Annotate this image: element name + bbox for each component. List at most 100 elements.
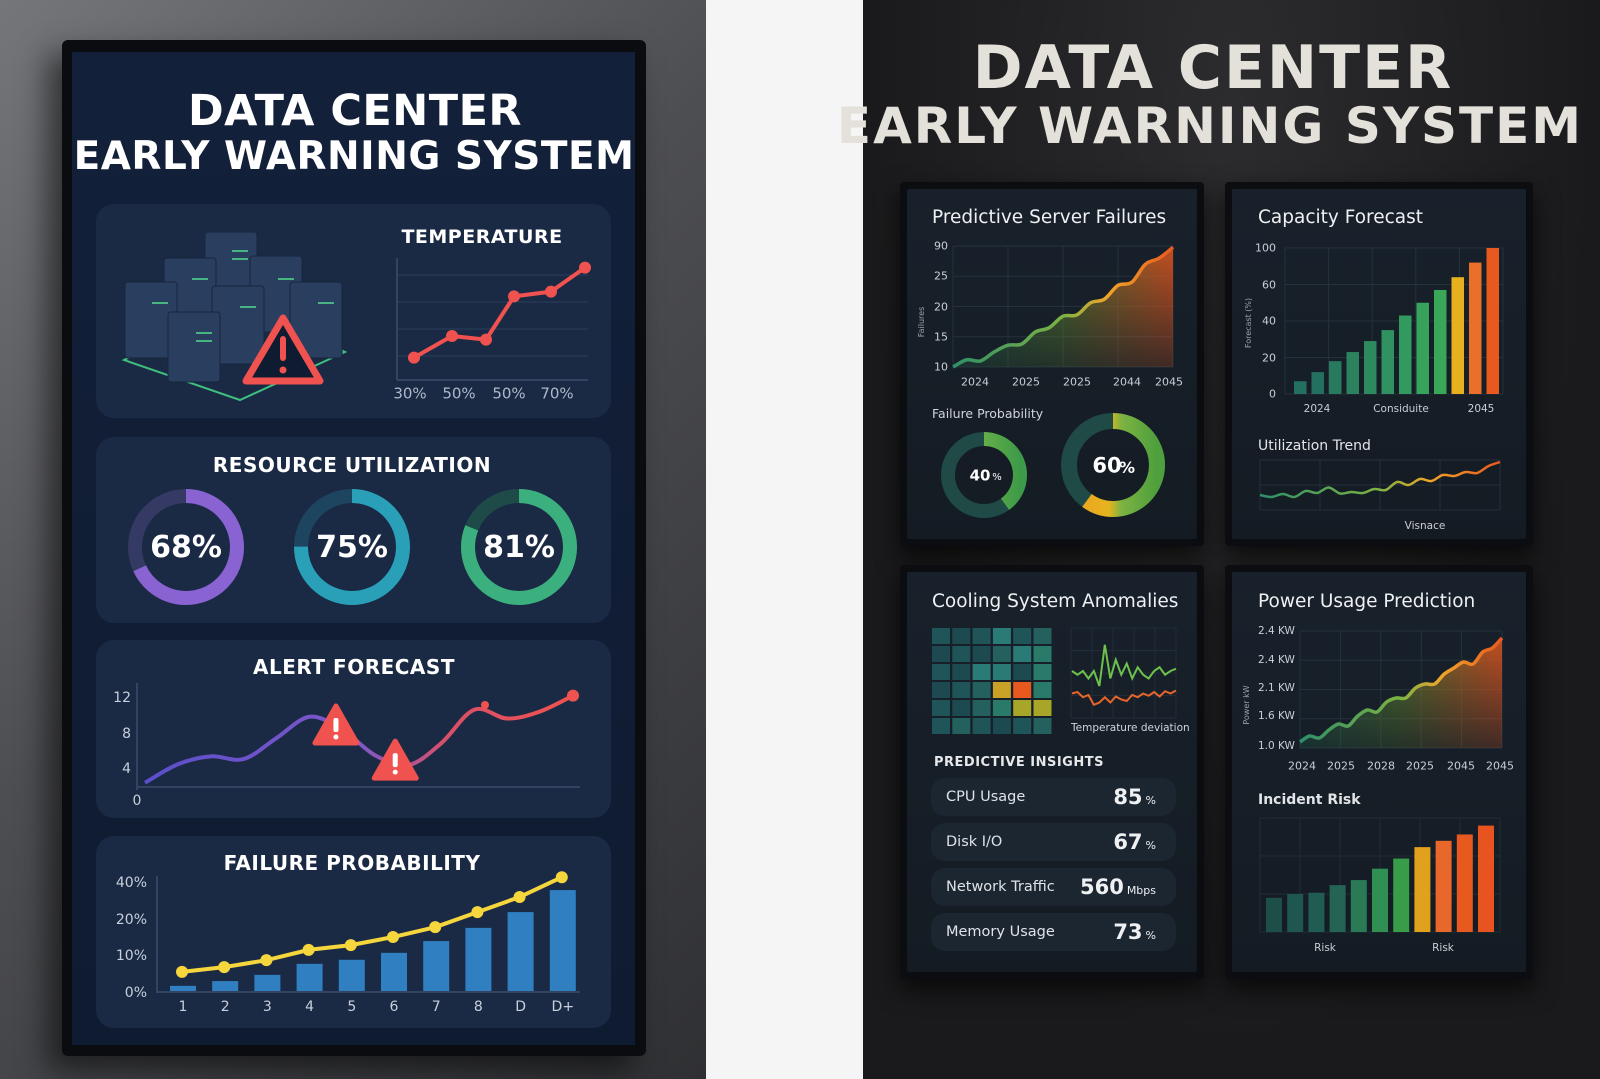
temperature-point	[480, 333, 492, 346]
tick-label: 2024	[1303, 402, 1331, 415]
heatmap-cell	[932, 646, 950, 662]
tick-label: 2045	[1155, 375, 1183, 389]
tick-label: 12	[113, 690, 131, 707]
heatmap-cell	[1013, 628, 1032, 644]
tick-label: 6	[389, 999, 399, 1015]
capacity-bar	[1364, 341, 1377, 394]
tick-label: 3	[262, 999, 272, 1015]
capacity-bar	[1469, 262, 1482, 394]
tick-label: 4	[122, 760, 131, 777]
temperature-line	[413, 265, 587, 360]
tick-label: 1.0 KW	[1258, 739, 1295, 752]
y-axis-title: Forecast (%)	[1244, 297, 1253, 349]
failure-point	[429, 921, 442, 934]
tick-label: 2025	[1012, 375, 1040, 389]
heatmap-cell	[1033, 646, 1052, 662]
heatmap-cell	[932, 718, 950, 734]
tick-label: 2045	[1486, 759, 1514, 773]
incident-risk-bar	[1478, 825, 1494, 932]
y-axis-title: Power kW	[1242, 685, 1251, 725]
tick-label: 8	[122, 725, 131, 742]
failure-point	[260, 954, 273, 967]
heatmap-cell	[1013, 646, 1032, 662]
heatmap-cell	[992, 718, 1011, 734]
heatmap-cell	[932, 628, 950, 644]
failure-bar	[465, 927, 492, 991]
tick-label: 30%	[393, 384, 427, 403]
tick-label: 20	[934, 300, 948, 313]
temperature-point	[408, 351, 420, 364]
alert-forecast-line	[144, 693, 574, 785]
failure-point	[302, 943, 315, 956]
temperature-point	[508, 290, 520, 303]
y-axis-title: Failures	[917, 306, 926, 338]
capacity-bar	[1346, 352, 1359, 394]
capacity-bar	[1381, 330, 1394, 394]
tick-label: 0%	[124, 985, 147, 1001]
incident-risk-bar	[1308, 892, 1325, 932]
temperature-point	[545, 285, 557, 298]
tick-label: 2025	[1063, 375, 1091, 389]
donut-value: 60	[1092, 453, 1122, 478]
heatmap-cell	[992, 682, 1011, 698]
failure-bar	[423, 941, 450, 991]
donut-unit: %	[992, 472, 1002, 483]
tick-label: 2025	[1406, 759, 1434, 773]
heatmap-cell	[992, 700, 1011, 716]
heatmap-cell	[932, 664, 950, 680]
tick-label: 8	[473, 999, 483, 1015]
failure-point	[218, 961, 231, 974]
tick-label: 2045	[1467, 402, 1495, 415]
failure-bar	[381, 952, 407, 991]
heatmap-cell	[952, 682, 971, 698]
failure-bar	[549, 890, 576, 991]
failure-bar	[338, 959, 365, 991]
tick-label: 70%	[540, 384, 574, 403]
tick-label: 1	[178, 999, 188, 1015]
capacity-bar	[1294, 381, 1307, 394]
capacity-bar	[1329, 361, 1342, 394]
heatmap-cell	[932, 682, 950, 698]
heatmap-cell	[1033, 682, 1052, 698]
tick-label: 2	[220, 999, 230, 1015]
capacity-bar	[1311, 372, 1324, 394]
tick-label: 20	[1262, 351, 1276, 364]
tick-label: 50%	[442, 384, 476, 403]
tick-label: 2025	[1327, 759, 1355, 773]
alert-point	[567, 689, 579, 702]
heatmap-cell	[972, 682, 991, 698]
heatmap-cell	[1013, 682, 1032, 698]
heatmap-cell	[952, 718, 971, 734]
tick-label: 2044	[1113, 375, 1141, 389]
incident-risk-bar	[1414, 847, 1431, 932]
failure-point	[513, 891, 526, 904]
failure-bar	[507, 912, 534, 991]
tick-label: Risk	[1432, 941, 1454, 954]
heatmap-cell	[972, 664, 991, 680]
incident-risk-bar	[1456, 834, 1473, 932]
heatmap-cell	[972, 646, 991, 662]
tick-label: D	[515, 999, 526, 1015]
warning-triangle-icon	[312, 703, 360, 746]
tick-label: 10	[934, 360, 948, 374]
donut-value: 40	[969, 466, 991, 485]
temperature-point	[446, 330, 458, 342]
heatmap-cell	[992, 628, 1011, 644]
incident-risk-bar	[1372, 868, 1388, 932]
heatmap-cell	[1013, 664, 1032, 680]
tick-label: 15	[934, 330, 948, 344]
warning-dot	[333, 734, 339, 740]
utilization-value: 68%	[150, 530, 222, 565]
chart-layer	[121, 231, 1504, 993]
deviation-line	[1071, 689, 1177, 707]
tick-label: 10%	[115, 948, 147, 965]
tick-label: 2.4 KW	[1258, 653, 1295, 666]
utilization-value: 81%	[483, 530, 555, 565]
incident-risk-bar	[1435, 840, 1452, 932]
heatmap-cell	[1013, 700, 1032, 716]
heatmap-cell	[952, 700, 971, 716]
failure-point	[555, 871, 568, 884]
capacity-bar	[1451, 277, 1464, 394]
tick-label: 2045	[1447, 759, 1475, 773]
incident-risk-bar	[1393, 858, 1410, 932]
